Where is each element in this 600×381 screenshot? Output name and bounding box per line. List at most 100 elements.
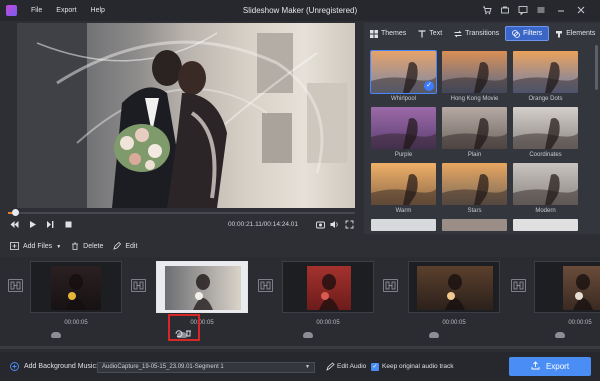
elements-icon [555,30,563,38]
add-files-label: Add Files [23,243,53,250]
filter-preview-image [442,163,507,205]
audio-cloud-icon [555,332,565,338]
tab-themes-label: Themes [381,30,407,37]
add-files-button[interactable]: Add Files ▼ [10,241,62,252]
menu-help[interactable]: Help [91,7,105,14]
filter-thumbnail[interactable] [513,219,578,231]
filter-thumbnail[interactable] [371,107,436,149]
filter-thumbnail[interactable] [442,107,507,149]
timeline-clip[interactable] [30,261,122,313]
rewind-icon[interactable] [10,220,19,229]
clip-thumbnail [165,266,241,310]
app-logo-icon [6,5,17,16]
music-select-value: AudioCapture_19-05-15_23.09.01-Segment 1 [102,364,224,370]
keep-audio-checkbox[interactable]: ✓ [371,363,379,371]
clip-duration: 00:00:05 [568,320,592,326]
filter-thumbnail[interactable] [371,219,436,231]
timeline-clip[interactable] [534,261,600,313]
filter-name: Purple [394,152,413,158]
edit-audio-button[interactable]: Edit Audio [337,363,366,370]
video-preview[interactable] [17,23,355,208]
delete-label: Delete [83,243,104,250]
audio-cloud-icon [51,332,61,338]
filter-name: Plain [467,152,482,158]
volume-icon[interactable] [330,220,339,229]
seek-handle[interactable] [11,209,19,216]
clip-thumbnail [417,266,493,310]
menu-file[interactable]: File [31,7,42,14]
filter-thumbnail[interactable] [371,163,436,205]
title-bar: File Export Help [0,0,600,21]
transition-icon[interactable] [131,279,146,292]
edit-audio-icon[interactable] [326,362,335,373]
export-button[interactable]: Export [509,357,591,376]
time-total: 00:14:24.01 [263,221,299,228]
filter-preview-image [513,163,578,205]
transition-icon[interactable] [511,279,526,292]
edit-button[interactable]: Edit [113,241,137,252]
feedback-icon[interactable] [518,5,528,16]
tab-elements[interactable]: Elements [549,26,600,41]
music-select[interactable]: AudioCapture_19-05-15_23.09.01-Segment 1… [97,362,315,373]
edit-icon [113,241,122,252]
filter-thumbnail[interactable] [513,107,578,149]
filter-thumbnail[interactable] [513,51,578,93]
dropdown-arrow-icon: ▼ [56,243,62,250]
filter-name: Stars [467,208,482,214]
fullscreen-icon[interactable] [345,220,354,229]
filter-preview-image [513,51,578,93]
tab-elements-label: Elements [566,30,596,37]
add-music-icon[interactable] [10,362,19,373]
time-readout: 00:00:21.11/00:14:24.01 [228,221,299,228]
stop-icon[interactable] [64,220,73,229]
seek-bar[interactable] [8,209,355,216]
tab-transitions-label: Transitions [465,30,500,37]
preview-image [17,23,355,208]
minimize-icon[interactable] [556,5,566,15]
app-window: File Export Help Slideshow Maker (Unregi… [0,0,600,381]
transition-icon[interactable] [258,279,273,292]
clip-duration: 00:00:05 [316,320,340,326]
panel-scrollbar[interactable] [595,45,598,90]
menu-export[interactable]: Export [56,7,76,14]
cart-icon[interactable] [482,5,492,15]
panel-tabs: Themes Text Transitions Filters Elements [364,23,600,44]
filter-preview-image [371,163,436,205]
transition-icon[interactable] [8,279,23,292]
filter-preview-image [371,107,436,149]
filter-name: Hong Kong Movie [450,96,499,102]
register-key-icon[interactable] [500,5,510,15]
delete-button[interactable]: Delete [71,242,103,252]
filters-icon [512,29,521,38]
filter-thumbnail[interactable] [442,163,507,205]
tab-text[interactable]: Text [412,26,448,41]
snapshot-icon[interactable] [316,220,325,229]
timeline-clip[interactable] [408,261,500,313]
forward-icon[interactable] [46,220,55,229]
timeline-toolbar: Add Files ▼ Delete Edit [0,237,600,256]
filter-name: Warm [395,208,412,214]
export-label: Export [545,362,570,371]
timeline-scrollbar[interactable] [0,346,600,349]
close-icon[interactable] [576,5,586,15]
filter-name: Orange Dots [528,96,563,102]
settings-menu-icon[interactable] [536,5,546,15]
timeline-clip[interactable] [282,261,374,313]
clip-thumbnail [563,266,600,310]
filter-preview-image [442,107,507,149]
play-icon[interactable] [28,220,37,229]
tab-transitions[interactable]: Transitions [448,26,505,41]
transition-icon[interactable] [383,279,398,292]
rotate-delete-icons[interactable] [173,329,197,338]
filter-name: Whirlpool [390,96,416,102]
filter-thumbnail[interactable] [442,51,507,93]
music-dropdown-icon: ▼ [305,364,310,370]
filter-thumbnail[interactable] [442,219,507,231]
export-icon [531,361,540,372]
filter-thumbnail[interactable]: ✓ [370,50,437,94]
timeline-clip[interactable] [156,261,248,313]
filter-name: Coordinates [529,152,562,158]
filter-thumbnail[interactable] [513,163,578,205]
tab-filters[interactable]: Filters [505,26,550,41]
tab-themes[interactable]: Themes [364,26,412,41]
